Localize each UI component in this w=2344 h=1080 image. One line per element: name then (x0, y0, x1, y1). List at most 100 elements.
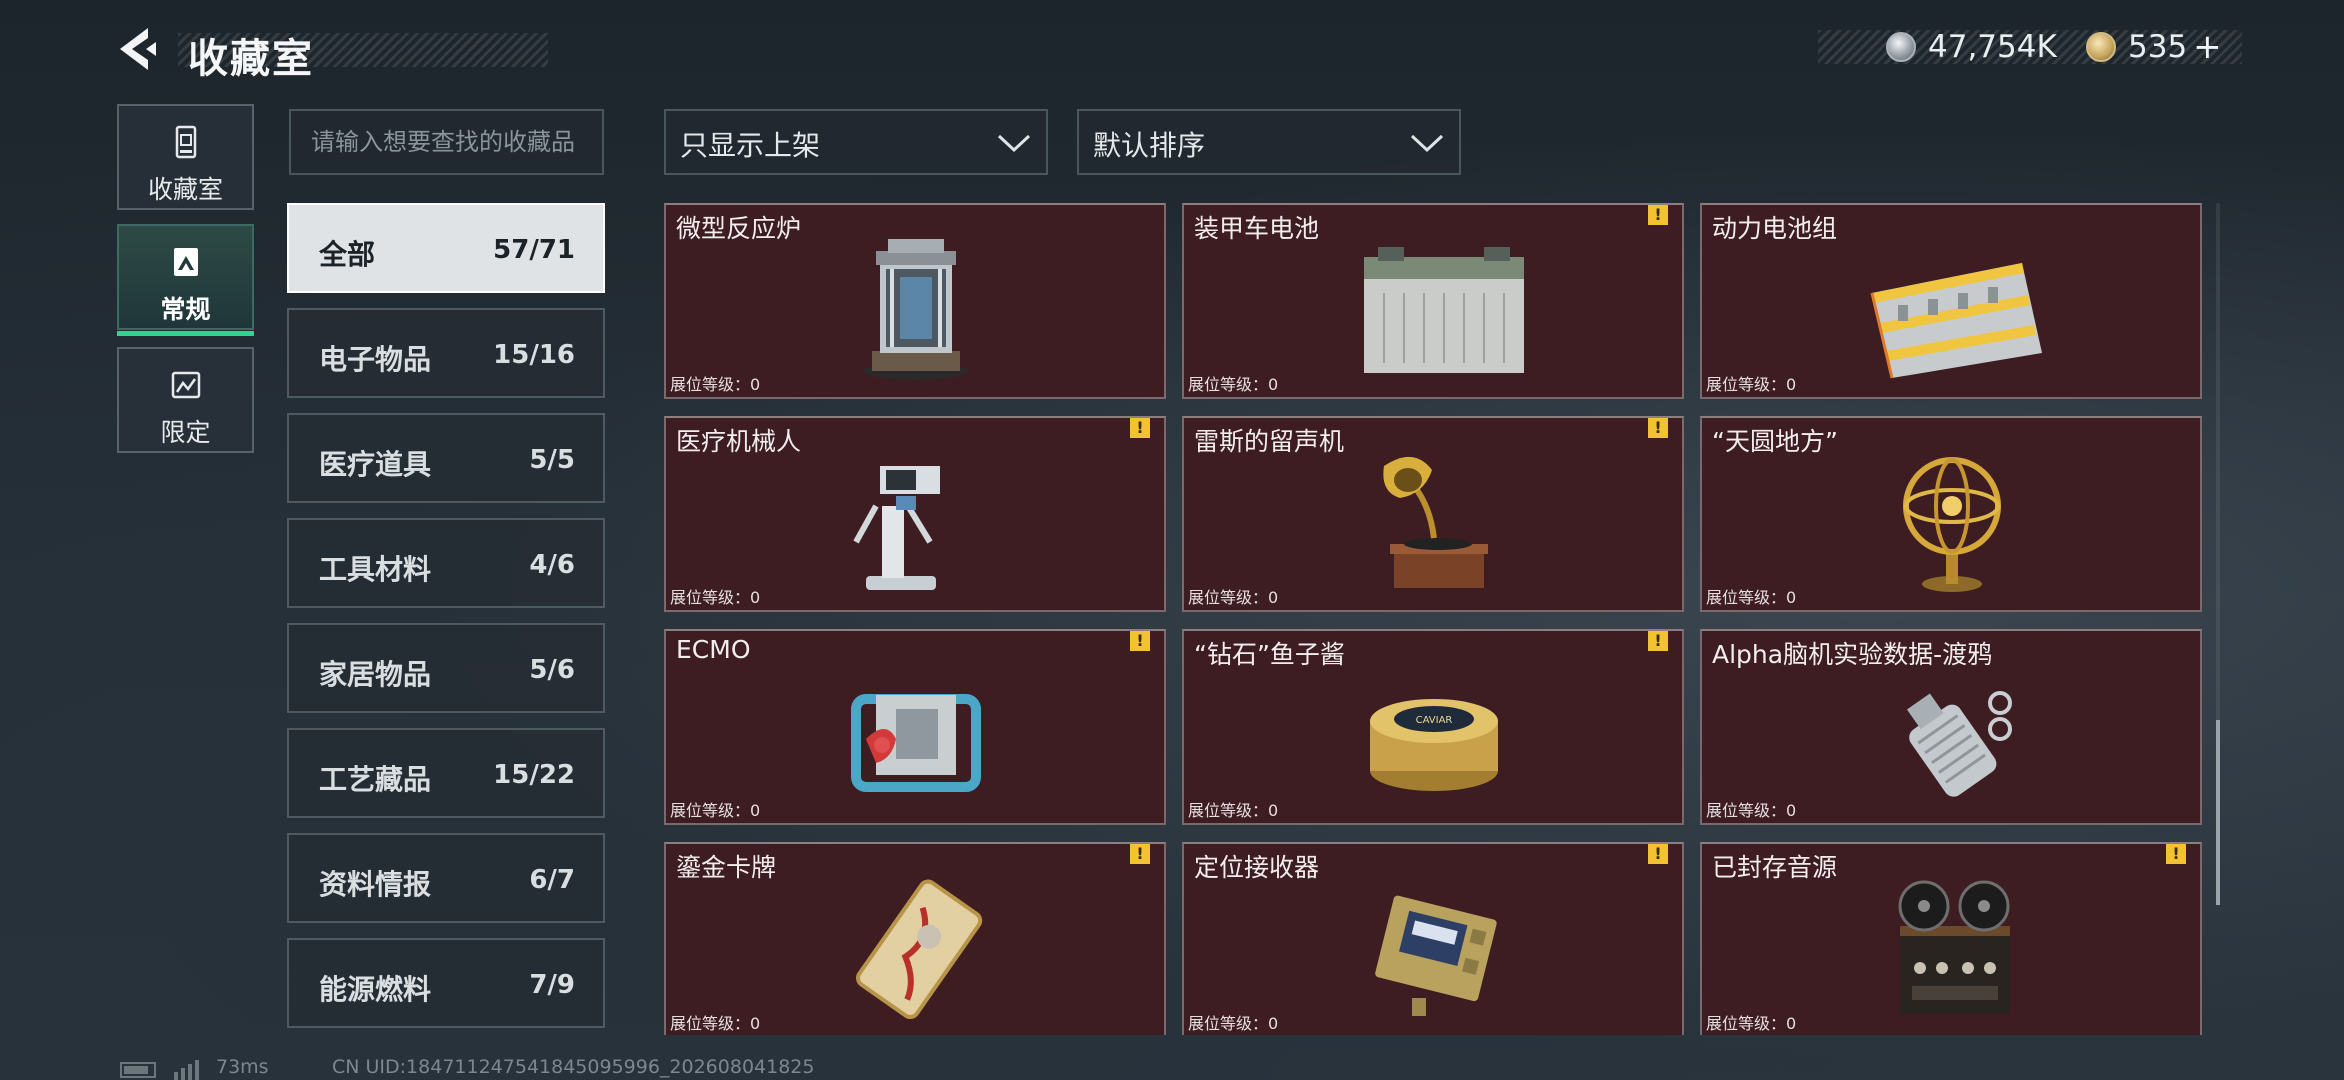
display-filter-dropdown[interactable]: 只显示上架 (664, 109, 1048, 175)
booth-level: 展位等级：0 (1706, 801, 1797, 820)
booth-level: 展位等级：0 (1706, 375, 1797, 394)
category-count: 15/22 (493, 760, 575, 790)
item-card[interactable]: Alpha脑机实验数据-渡鸦 展位等级：0 (1700, 629, 2202, 825)
battery-icon (1364, 247, 1524, 373)
battery-pack-icon (1870, 263, 2042, 379)
warning-icon: ! (1648, 418, 1668, 438)
item-card[interactable]: 定位接收器 ! 展位等级：0 (1182, 842, 1684, 1035)
status-footer: 73ms CN UID:184711247541845095996_202608… (0, 1050, 2344, 1080)
item-name: “钻石”鱼子酱 (1194, 640, 1345, 669)
user-uid: CN UID:184711247541845095996_20260804182… (332, 1056, 815, 1078)
booth-level: 展位等级：0 (1188, 588, 1279, 607)
item-name: 微型反应炉 (676, 214, 802, 243)
search-input[interactable] (291, 111, 602, 173)
add-currency-button[interactable]: + (2193, 27, 2222, 67)
category-all[interactable]: 全部 57/71 (287, 203, 605, 293)
item-card[interactable]: 鎏金卡牌 ! 展位等级：0 (664, 842, 1166, 1035)
collection-grid: 微型反应炉 展位等级：0 装甲车电池 ! 展位等级：0 动力电池组 展位等级：0… (664, 203, 2202, 1035)
signal-icon (174, 1060, 199, 1080)
display-filter-label: 只显示上架 (680, 129, 821, 162)
category-medical[interactable]: 医疗道具 5/5 (287, 413, 605, 503)
sort-dropdown[interactable]: 默认排序 (1077, 109, 1461, 175)
category-energy[interactable]: 能源燃料 7/9 (287, 938, 605, 1028)
item-card[interactable]: 医疗机械人 ! 展位等级：0 (664, 416, 1166, 612)
title-bar: 收藏室 (178, 30, 548, 82)
booth-level: 展位等级：0 (1188, 1014, 1279, 1033)
gramophone-icon (1383, 456, 1488, 588)
limited-icon (171, 371, 200, 399)
item-name: 雷斯的留声机 (1194, 427, 1345, 456)
category-name: 全部 (319, 238, 376, 271)
warning-icon: ! (2166, 844, 2186, 864)
category-count: 5/6 (529, 655, 575, 685)
item-name: 装甲车电池 (1194, 214, 1320, 243)
tab-regular[interactable]: 常规 (117, 224, 254, 336)
item-card[interactable]: “钻石”鱼子酱 ! CAVIAR 展位等级：0 (1182, 629, 1684, 825)
gold-amount: 535 (2128, 29, 2188, 65)
warning-icon: ! (1130, 844, 1150, 864)
warning-icon: ! (1648, 205, 1668, 225)
category-household[interactable]: 家居物品 5/6 (287, 623, 605, 713)
item-name: 医疗机械人 (676, 427, 802, 456)
scrollbar-thumb[interactable] (2216, 720, 2220, 905)
vault-icon (175, 125, 196, 159)
back-arrow-icon[interactable] (112, 26, 162, 72)
gilded-card-icon (856, 879, 983, 1020)
tab-limited[interactable]: 限定 (117, 347, 254, 453)
category-name: 工具材料 (319, 553, 432, 586)
category-count: 57/71 (493, 235, 575, 265)
page-title: 收藏室 (188, 36, 314, 82)
ping-value: 73ms (216, 1056, 269, 1078)
category-name: 电子物品 (319, 343, 432, 376)
item-name: 已封存音源 (1712, 853, 1838, 882)
item-card[interactable]: 装甲车电池 ! 展位等级：0 (1182, 203, 1684, 399)
warning-icon: ! (1648, 844, 1668, 864)
ecmo-icon (851, 694, 981, 792)
caviar-tin-icon: CAVIAR (1370, 699, 1498, 791)
booth-level: 展位等级：0 (670, 588, 761, 607)
booth-level: 展位等级：0 (1188, 375, 1279, 394)
gold-currency: 535 + (2086, 27, 2222, 67)
silver-currency: 47,754K (1886, 29, 2057, 65)
warning-icon: ! (1130, 631, 1150, 651)
caviar-label: CAVIAR (1416, 715, 1453, 726)
search-box[interactable] (289, 109, 604, 175)
item-card[interactable]: “天圆地方” 展位等级：0 (1700, 416, 2202, 612)
gallery-icon (173, 248, 198, 276)
category-count: 4/6 (529, 550, 575, 580)
gold-coin-icon (2086, 32, 2116, 62)
category-electronics[interactable]: 电子物品 15/16 (287, 308, 605, 398)
category-tools[interactable]: 工具材料 4/6 (287, 518, 605, 608)
medical-robot-icon (853, 466, 940, 590)
category-name: 家居物品 (319, 658, 432, 691)
category-name: 工艺藏品 (319, 763, 432, 796)
item-name: “天圆地方” (1712, 427, 1838, 456)
category-name: 资料情报 (319, 868, 432, 901)
booth-level: 展位等级：0 (1706, 1014, 1797, 1033)
item-name: 鎏金卡牌 (676, 853, 777, 882)
data-drive-icon (1906, 691, 2012, 797)
item-card[interactable]: 已封存音源 ! 展位等级：0 (1700, 842, 2202, 1035)
category-count: 5/5 (529, 445, 575, 475)
category-crafts[interactable]: 工艺藏品 15/22 (287, 728, 605, 818)
item-card[interactable]: 雷斯的留声机 ! 展位等级：0 (1182, 416, 1684, 612)
reel-recorder-icon (1898, 880, 2010, 1014)
sort-label: 默认排序 (1093, 129, 1206, 162)
category-count: 6/7 (529, 865, 575, 895)
tab-limited-label: 限定 (160, 418, 211, 447)
item-card[interactable]: ECMO ! 展位等级：0 (664, 629, 1166, 825)
item-card[interactable]: 动力电池组 展位等级：0 (1700, 203, 2202, 399)
silver-amount: 47,754K (1928, 29, 2057, 65)
category-name: 医疗道具 (319, 448, 432, 481)
tab-vault[interactable]: 收藏室 (117, 104, 254, 210)
booth-level: 展位等级：0 (670, 801, 761, 820)
currency-bar: 47,754K 535 + (1818, 27, 2242, 67)
item-name: 定位接收器 (1194, 853, 1320, 882)
item-card[interactable]: 微型反应炉 展位等级：0 (664, 203, 1166, 399)
warning-icon: ! (1648, 631, 1668, 651)
category-count: 7/9 (529, 970, 575, 1000)
chevron-down-icon (1410, 134, 1444, 153)
item-name: ECMO (676, 635, 751, 664)
tab-vault-label: 收藏室 (147, 175, 223, 204)
category-intel[interactable]: 资料情报 6/7 (287, 833, 605, 923)
